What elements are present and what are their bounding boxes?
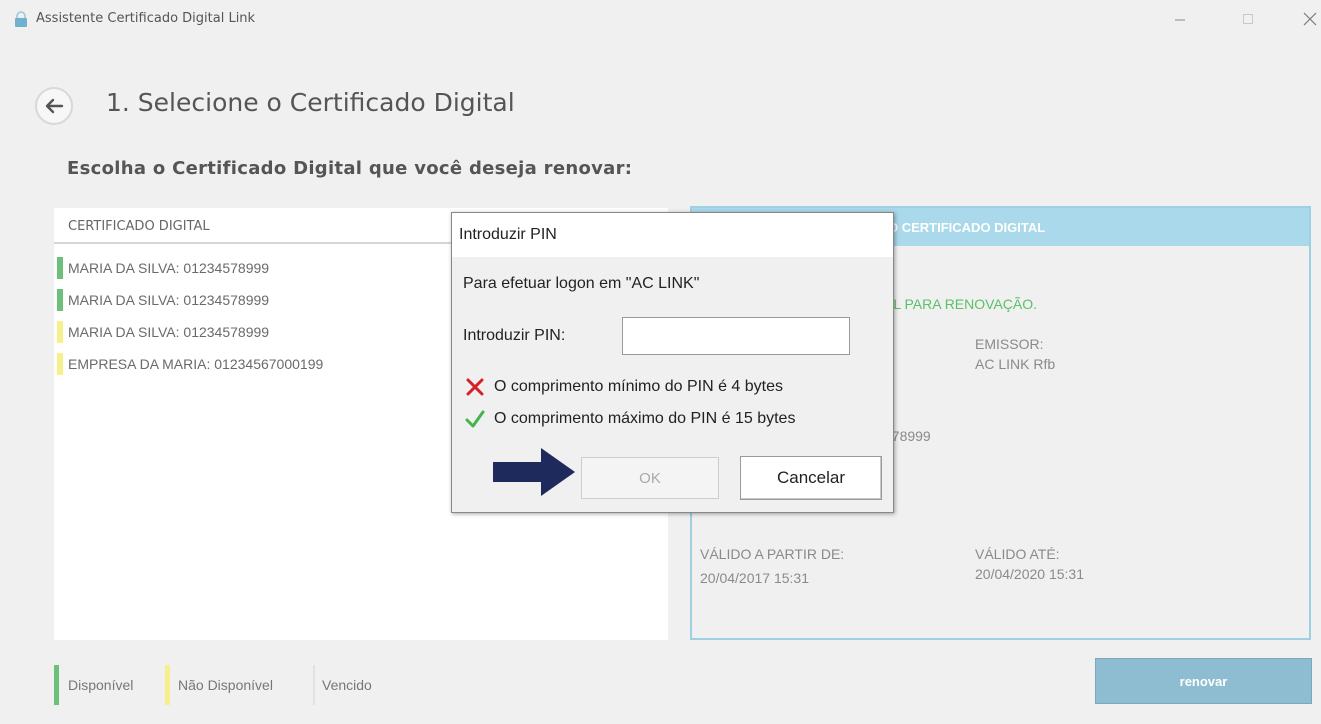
- status-bar: [57, 353, 63, 375]
- dialog-message: Para efetuar logon em "AC LINK": [463, 275, 700, 292]
- legend-unavailable: Não Disponível: [178, 677, 273, 693]
- issuer-label: EMISSOR:: [975, 336, 1044, 352]
- pin-input[interactable]: [622, 317, 850, 355]
- legend-expired-swatch: [313, 665, 315, 705]
- legend-expired: Vencido: [322, 677, 372, 693]
- step-title: 1. Selecione o Certificado Digital: [106, 88, 515, 117]
- certificate-name: MARIA DA SILVA: 01234578999: [68, 260, 270, 276]
- status-bar: [57, 257, 63, 279]
- status-bar: [57, 289, 63, 311]
- valid-from-label: VÁLIDO A PARTIR DE:: [700, 546, 845, 562]
- renew-button[interactable]: renovar: [1095, 658, 1312, 704]
- minimize-icon: [1175, 19, 1185, 21]
- back-button[interactable]: [35, 87, 73, 125]
- dialog-title: Introduzir PIN: [459, 226, 557, 243]
- x-mark-icon: [466, 378, 484, 396]
- pin-min-rule: O comprimento mínimo do PIN é 4 bytes: [464, 376, 783, 398]
- maximize-icon: [1243, 14, 1253, 24]
- issuer-value: AC LINK Rfb: [975, 356, 1056, 372]
- legend-available-swatch: [54, 665, 59, 705]
- valid-from-value: 20/04/2017 15:31: [700, 570, 809, 586]
- certificate-name: MARIA DA SILVA: 01234578999: [68, 292, 270, 308]
- minimize-button[interactable]: [1160, 6, 1200, 32]
- details-header-text: O CERTIFICADO DIGITAL: [888, 220, 1046, 235]
- valid-to-label: VÁLIDO ATÉ:: [975, 546, 1060, 562]
- status-bar: [57, 321, 63, 343]
- maximize-button[interactable]: [1228, 6, 1268, 32]
- valid-to-value: 20/04/2020 15:31: [975, 566, 1084, 582]
- window-title: Assistente Certificado Digital Link: [36, 11, 256, 26]
- pin-max-rule: O comprimento máximo do PIN é 15 bytes: [464, 408, 795, 430]
- certificate-name: EMPRESA DA MARIA: 01234567000199: [68, 356, 324, 372]
- page-subtitle: Escolha o Certificado Digital que você d…: [67, 158, 633, 179]
- close-button[interactable]: [1290, 6, 1321, 32]
- pin-max-rule-text: O comprimento máximo do PIN é 15 bytes: [494, 410, 796, 427]
- ok-button[interactable]: OK: [581, 457, 719, 499]
- lock-icon: [15, 11, 27, 27]
- checkmark-icon: [465, 410, 485, 428]
- legend-unavailable-swatch: [165, 665, 170, 705]
- pin-label: Introduzir PIN:: [463, 327, 566, 344]
- dialog-title-bar: Introduzir PIN: [452, 213, 893, 257]
- legend-available: Disponível: [68, 677, 134, 693]
- pin-min-rule-text: O comprimento mínimo do PIN é 4 bytes: [494, 378, 783, 395]
- arrow-right-icon: [493, 448, 575, 496]
- pin-dialog: Introduzir PIN Para efetuar logon em "AC…: [451, 212, 894, 513]
- cancel-button[interactable]: Cancelar: [740, 456, 882, 500]
- certificate-name: MARIA DA SILVA: 01234578999: [68, 324, 270, 340]
- details-status: EL PARA RENOVAÇÃO.: [884, 296, 1038, 312]
- arrow-left-icon: [45, 98, 64, 114]
- title-bar: Assistente Certificado Digital Link: [0, 0, 1321, 38]
- certificate-column-header: CERTIFICADO DIGITAL: [68, 219, 210, 234]
- close-icon: [1303, 12, 1317, 26]
